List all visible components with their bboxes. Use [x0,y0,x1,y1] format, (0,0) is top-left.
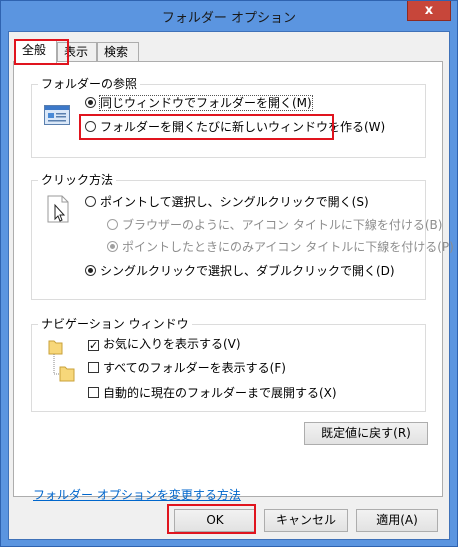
tab-view[interactable]: 表示 [57,42,97,62]
option-auto-expand[interactable]: 自動的に現在のフォルダーまで展開する(X) [88,384,337,402]
cancel-button[interactable]: キャンセル [264,509,348,532]
checkbox-show-all-folders[interactable] [88,362,99,373]
close-icon[interactable]: x [425,3,433,18]
checkbox-auto-expand[interactable] [88,387,99,398]
navigation-pane-legend: ナビゲーション ウィンドウ [38,317,192,331]
option-double-click-label: シングルクリックで選択し、ダブルクリックで開く(D) [100,264,395,278]
option-single-click-label: ポイントして選択し、シングルクリックで開く(S) [100,195,369,209]
option-show-favorites[interactable]: ✓ お気に入りを表示する(V) [88,335,241,353]
option-underline-hover-label: ポイントしたときにのみアイコン タイトルに下線を付ける(P) [122,240,454,254]
option-auto-expand-label: 自動的に現在のフォルダーまで展開する(X) [103,386,337,400]
title-bar[interactable]: フォルダー オプション x [1,1,457,31]
option-double-click[interactable]: シングルクリックで選択し、ダブルクリックで開く(D) [85,262,395,280]
window-title: フォルダー オプション [161,11,297,26]
option-new-window-label: フォルダーを開くたびに新しいウィンドウを作る(W) [100,120,386,134]
option-underline-browser[interactable]: ブラウザーのように、アイコン タイトルに下線を付ける(B) [107,216,442,234]
close-button[interactable]: x [407,1,451,21]
option-same-window-label: 同じウィンドウでフォルダーを開く(M) [99,95,313,111]
tab-search[interactable]: 検索 [97,42,139,62]
option-same-window[interactable]: 同じウィンドウでフォルダーを開く(M) [85,94,313,112]
help-link[interactable]: フォルダー オプションを変更する方法 [33,486,241,503]
folder-options-window: フォルダー オプション x 全般 表示 検索 フォルダーの参照 同じウィンドウで… [0,0,458,547]
option-new-window[interactable]: フォルダーを開くたびに新しいウィンドウを作る(W) [85,118,385,136]
option-underline-hover[interactable]: ポイントしたときにのみアイコン タイトルに下線を付ける(P) [107,238,454,256]
tab-general[interactable]: 全般 [15,40,57,63]
browse-folders-group: フォルダーの参照 同じウィンドウでフォルダーを開く(M) フォルダーを開くたびに… [31,77,426,158]
option-show-all-folders-label: すべてのフォルダーを表示する(F) [103,361,286,375]
browse-folders-legend: フォルダーの参照 [38,77,141,91]
option-underline-browser-label: ブラウザーのように、アイコン タイトルに下線を付ける(B) [122,218,443,232]
dialog-client-area: 全般 表示 検索 フォルダーの参照 同じウィンドウでフォルダーを開く(M) フォ… [8,31,454,540]
general-tab-panel: フォルダーの参照 同じウィンドウでフォルダーを開く(M) フォルダーを開くたびに… [13,61,454,502]
radio-single-click[interactable] [85,196,96,207]
folder-tree-icon [48,340,75,382]
option-show-all-folders[interactable]: すべてのフォルダーを表示する(F) [88,359,286,377]
navigation-pane-group: ナビゲーション ウィンドウ ✓ お気に入りを表示する(V) すべてのフォルダーを表… [31,317,426,412]
option-show-favorites-label: お気に入りを表示する(V) [103,337,241,351]
radio-underline-hover[interactable] [107,241,118,252]
window-icon [44,105,70,125]
option-single-click[interactable]: ポイントして選択し、シングルクリックで開く(S) [85,193,369,211]
checkbox-show-favorites[interactable]: ✓ [88,340,99,351]
click-items-legend: クリック方法 [38,173,117,187]
click-items-group: クリック方法 ポイントして選択し、シングルクリックで開く(S) ブラウザーのよう… [31,173,454,300]
radio-new-window[interactable] [85,121,96,132]
radio-underline-browser[interactable] [107,219,118,230]
radio-double-click[interactable] [85,265,96,276]
click-cursor-icon [47,195,69,223]
radio-same-window[interactable] [85,97,96,108]
ok-button[interactable]: OK [174,509,256,532]
restore-defaults-button[interactable]: 既定値に戻す(R) [304,422,428,445]
apply-button[interactable]: 適用(A) [356,509,438,532]
